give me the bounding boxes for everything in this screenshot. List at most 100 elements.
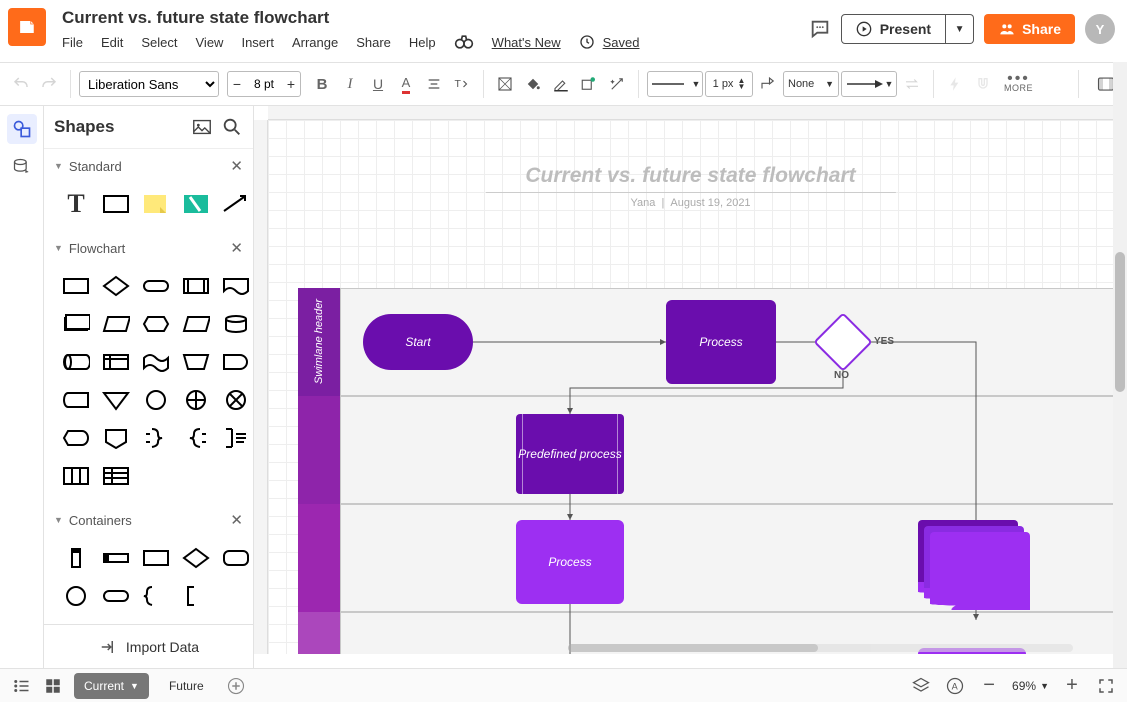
menu-select[interactable]: Select — [141, 35, 177, 50]
ct-diamond[interactable] — [178, 541, 214, 575]
underline-button[interactable]: U — [365, 71, 391, 97]
fc-stored[interactable] — [58, 383, 94, 417]
present-dropdown[interactable]: ▼ — [946, 14, 974, 44]
comment-icon[interactable] — [809, 18, 831, 40]
fc-note[interactable] — [218, 421, 253, 455]
fc-display[interactable] — [58, 421, 94, 455]
line-style-select[interactable]: ▼ — [647, 71, 703, 97]
close-section-standard[interactable]: ✕ — [230, 157, 243, 175]
font-select[interactable]: Liberation Sans — [79, 71, 219, 97]
ct-hcontainer[interactable] — [98, 541, 134, 575]
close-section-containers[interactable]: ✕ — [230, 511, 243, 529]
fc-database[interactable] — [218, 307, 253, 341]
swimlane-header-3[interactable] — [298, 504, 340, 612]
fc-paper-tape[interactable] — [138, 345, 174, 379]
app-logo[interactable] — [8, 8, 46, 46]
rail-data-button[interactable] — [7, 152, 37, 182]
node-process-2[interactable]: Process — [516, 520, 624, 604]
shape-arrow[interactable] — [218, 187, 253, 221]
fc-table2[interactable] — [98, 459, 134, 493]
magnet-button[interactable] — [970, 71, 996, 97]
text-color-button[interactable]: A — [393, 71, 419, 97]
section-standard-header[interactable]: ▼Standard✕ — [44, 149, 253, 183]
fc-decision[interactable] — [98, 269, 134, 303]
node-decision[interactable] — [822, 321, 864, 363]
endpoint-start-select[interactable]: None▼ — [783, 71, 839, 97]
node-start[interactable]: Start — [363, 314, 473, 370]
menu-view[interactable]: View — [196, 35, 224, 50]
align-button[interactable] — [421, 71, 447, 97]
fc-predefined[interactable] — [178, 269, 214, 303]
shape-text[interactable]: T — [58, 187, 94, 221]
tab-current[interactable]: Current▼ — [74, 673, 149, 699]
ct-rect[interactable] — [138, 541, 174, 575]
redo-button[interactable] — [36, 71, 62, 97]
zoom-out-button[interactable]: − — [978, 675, 1000, 697]
lane-2[interactable] — [340, 396, 1113, 504]
fc-table1[interactable] — [58, 459, 94, 493]
layers-button[interactable] — [910, 675, 932, 697]
zoom-level[interactable]: 69%▼ — [1012, 679, 1049, 693]
shape-rect[interactable] — [98, 187, 134, 221]
line-routing-button[interactable] — [755, 71, 781, 97]
fc-delay[interactable] — [218, 345, 253, 379]
ct-rounded[interactable] — [218, 541, 253, 575]
canvas-title[interactable]: Current vs. future state flowchart — [485, 164, 895, 193]
fc-data[interactable] — [98, 307, 134, 341]
italic-button[interactable]: I — [337, 71, 363, 97]
fc-directdata[interactable] — [58, 345, 94, 379]
canvas-subtitle[interactable]: Yana | August 19, 2021 — [485, 197, 895, 209]
view-grid-button[interactable] — [42, 675, 64, 697]
border-color-button[interactable] — [548, 71, 574, 97]
bucket-button[interactable] — [520, 71, 546, 97]
canvas[interactable]: Current vs. future state flowchart Yana … — [268, 120, 1113, 654]
fc-manual-op[interactable] — [178, 345, 214, 379]
swimlane-header-4[interactable] — [298, 612, 340, 654]
saved-link[interactable]: Saved — [603, 35, 640, 50]
fc-internal[interactable] — [98, 345, 134, 379]
node-predefined[interactable]: Predefined process — [516, 414, 624, 494]
avatar[interactable]: Y — [1085, 14, 1115, 44]
ct-bracket[interactable] — [178, 579, 214, 613]
whats-new-link[interactable]: What's New — [492, 35, 561, 50]
menu-arrange[interactable]: Arrange — [292, 35, 338, 50]
fc-hexagon[interactable] — [138, 307, 174, 341]
conditional-button[interactable]: A — [944, 675, 966, 697]
ct-brace[interactable] — [138, 579, 174, 613]
shape-block[interactable] — [178, 187, 214, 221]
ct-pill[interactable] — [98, 579, 134, 613]
rail-shapes-button[interactable] — [7, 114, 37, 144]
fc-connector[interactable] — [138, 383, 174, 417]
swimlane-header-1[interactable]: Swimlane header — [298, 288, 340, 396]
fc-offpage[interactable] — [98, 421, 134, 455]
ct-circle[interactable] — [58, 579, 94, 613]
fc-document[interactable] — [218, 269, 253, 303]
document-title[interactable]: Current vs. future state flowchart — [62, 8, 809, 28]
window-vscroll[interactable] — [1113, 62, 1127, 668]
swap-endpoints-button[interactable] — [899, 71, 925, 97]
magic-button[interactable] — [604, 71, 630, 97]
add-page-button[interactable] — [224, 674, 248, 698]
bold-button[interactable]: B — [309, 71, 335, 97]
share-button[interactable]: Share — [984, 14, 1075, 44]
menu-help[interactable]: Help — [409, 35, 436, 50]
menu-edit[interactable]: Edit — [101, 35, 123, 50]
present-button[interactable]: Present — [841, 14, 946, 44]
fullscreen-button[interactable] — [1095, 675, 1117, 697]
fc-parallelogram[interactable] — [178, 307, 214, 341]
fontsize-decrease[interactable]: − — [228, 76, 246, 92]
fc-multidoc[interactable] — [58, 307, 94, 341]
import-data-button[interactable]: Import Data — [44, 624, 253, 668]
tab-future[interactable]: Future — [159, 673, 214, 699]
shape-note[interactable] — [138, 187, 174, 221]
flash-button[interactable] — [942, 71, 968, 97]
fc-merge[interactable] — [98, 383, 134, 417]
undo-button[interactable] — [8, 71, 34, 97]
fill-color-button[interactable] — [492, 71, 518, 97]
more-button[interactable]: •••MORE — [1004, 75, 1033, 93]
zoom-in-button[interactable]: + — [1061, 675, 1083, 697]
text-options-button[interactable]: T — [449, 71, 475, 97]
fc-or[interactable] — [178, 383, 214, 417]
binocular-icon[interactable] — [454, 32, 474, 52]
image-icon[interactable] — [191, 116, 213, 138]
